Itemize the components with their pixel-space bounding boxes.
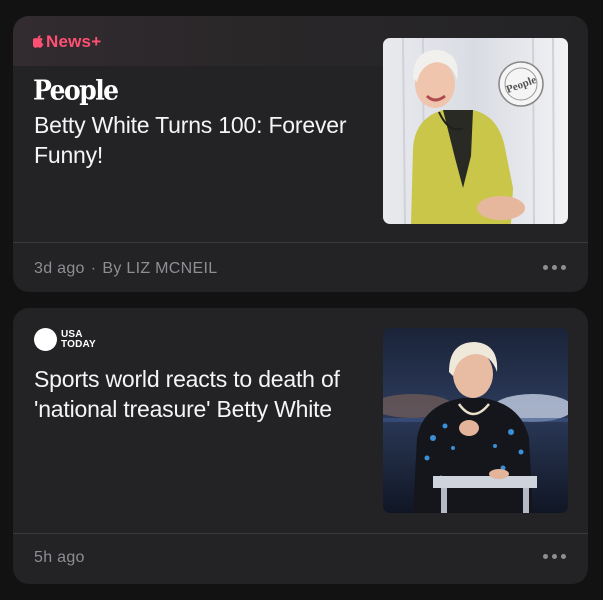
people-cover-photo: People [383,38,568,224]
article-thumbnail[interactable] [383,328,568,513]
news-feed: News+ People Betty White Turns 100: Fore… [0,0,603,600]
publisher-logo-people: People [33,74,119,106]
article-card-people[interactable]: News+ People Betty White Turns 100: Fore… [13,16,588,292]
usa-today-line1: USA [61,328,83,340]
timestamp: 5h ago [34,549,85,566]
headline[interactable]: Betty White Turns 100: Forever Funny! [34,110,364,170]
article-thumbnail[interactable]: People [383,38,568,224]
ellipsis-icon [552,554,557,559]
ellipsis-icon [561,554,566,559]
ellipsis-icon [552,265,557,270]
card-divider [13,533,588,534]
headline[interactable]: Sports world reacts to death of 'nationa… [34,364,364,424]
card-divider [13,242,588,243]
apple-icon [33,34,44,48]
article-card-usa-today[interactable]: USA TODAY Sports world reacts to death o… [13,308,588,584]
meta-separator: · [90,260,97,277]
ellipsis-icon [561,265,566,270]
more-options-button[interactable] [543,554,566,559]
more-options-button[interactable] [543,265,566,270]
publisher-logo-usa-today: USA TODAY [34,328,96,351]
timestamp: 3d ago [34,260,85,277]
stage-photo [383,328,568,513]
usa-today-wordmark: USA TODAY [61,328,96,350]
ellipsis-icon [543,265,548,270]
news-plus-badge: News+ [33,32,101,52]
ellipsis-icon [543,554,548,559]
usa-today-line2: TODAY [61,338,96,350]
article-meta: 5h ago [34,549,85,567]
byline: By LIZ MCNEIL [102,260,218,277]
article-meta: 3d ago · By LIZ MCNEIL [34,260,217,278]
news-plus-label: News+ [46,32,102,51]
usa-today-dot-icon [34,328,57,351]
